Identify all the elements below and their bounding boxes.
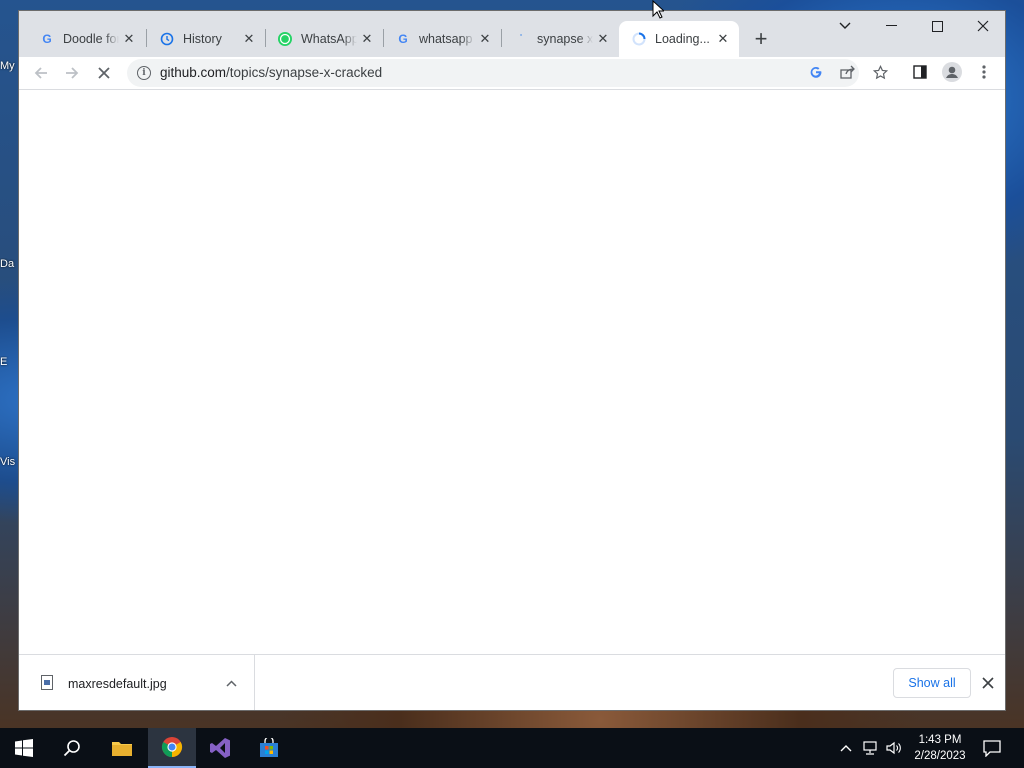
tab-title: whatsapp bbox=[419, 32, 473, 46]
spinner-icon bbox=[631, 31, 647, 47]
tab-search-chevron-icon[interactable] bbox=[822, 11, 868, 41]
show-all-button[interactable]: Show all bbox=[893, 668, 971, 698]
loading-icon: ˙ bbox=[519, 33, 523, 45]
url-text[interactable]: github.com/topics/synapse-x-cracked bbox=[160, 65, 382, 80]
browser-window: G Doodle for ✕ History ✕ WhatsApp ✕ G wh… bbox=[18, 10, 1006, 711]
google-g-icon: G bbox=[42, 32, 52, 46]
close-icon[interactable]: ✕ bbox=[595, 31, 611, 47]
network-icon[interactable] bbox=[860, 738, 880, 758]
desktop-icon-label[interactable]: E bbox=[0, 356, 18, 368]
tab-title: Loading... bbox=[655, 32, 710, 46]
stop-loading-icon[interactable] bbox=[90, 59, 118, 87]
clock-time: 1:43 PM bbox=[918, 734, 962, 746]
system-clock[interactable]: 1:43 PM 2/28/2023 bbox=[905, 732, 975, 764]
download-bar: maxresdefault.jpg Show all bbox=[19, 654, 1005, 710]
microsoft-store-icon[interactable] bbox=[245, 728, 293, 768]
tab-strip: G Doodle for ✕ History ✕ WhatsApp ✕ G wh… bbox=[19, 11, 1005, 57]
address-bar[interactable]: i github.com/topics/synapse-x-cracked bbox=[127, 59, 859, 87]
search-icon[interactable] bbox=[48, 728, 96, 768]
browser-toolbar: i github.com/topics/synapse-x-cracked bbox=[19, 57, 1005, 90]
share-icon[interactable] bbox=[837, 61, 859, 83]
desktop-icon-label[interactable]: My bbox=[0, 60, 18, 72]
close-window-button[interactable] bbox=[960, 11, 1005, 41]
clock-date: 2/28/2023 bbox=[914, 750, 966, 762]
close-icon[interactable]: ✕ bbox=[121, 31, 137, 47]
tab-whatsapp[interactable]: WhatsApp ✕ bbox=[265, 21, 383, 57]
more-menu-icon[interactable] bbox=[973, 61, 995, 83]
maximize-button[interactable] bbox=[914, 11, 960, 41]
tab-title: Doodle for bbox=[63, 32, 119, 46]
desktop-icon-label[interactable]: Da bbox=[0, 258, 18, 270]
download-file-name: maxresdefault.jpg bbox=[68, 677, 167, 691]
history-icon bbox=[159, 31, 175, 47]
tab-title: History bbox=[183, 32, 222, 46]
new-tab-button[interactable]: + bbox=[747, 25, 775, 53]
start-button[interactable] bbox=[0, 728, 48, 768]
whatsapp-icon bbox=[277, 31, 293, 47]
tab-doodle[interactable]: G Doodle for ✕ bbox=[27, 21, 145, 57]
tab-loading-active[interactable]: Loading... ✕ bbox=[619, 21, 739, 57]
close-icon[interactable]: ✕ bbox=[241, 31, 257, 47]
tab-title: WhatsApp bbox=[301, 32, 357, 46]
profile-avatar-icon[interactable] bbox=[941, 61, 963, 83]
download-item[interactable]: maxresdefault.jpg bbox=[19, 655, 255, 710]
show-hidden-icons-chevron-icon[interactable] bbox=[836, 738, 856, 758]
url-host: github.com bbox=[160, 65, 227, 80]
tab-history[interactable]: History ✕ bbox=[147, 21, 265, 57]
desktop-icon-label[interactable]: Vis bbox=[0, 456, 18, 468]
taskbar: 1:43 PM 2/28/2023 bbox=[0, 728, 1024, 768]
back-arrow-icon[interactable] bbox=[27, 59, 55, 87]
url-path: /topics/synapse-x-cracked bbox=[226, 65, 383, 80]
page-content bbox=[19, 91, 1005, 654]
close-download-bar-icon[interactable] bbox=[977, 672, 999, 694]
visual-studio-icon[interactable] bbox=[196, 728, 244, 768]
close-icon[interactable]: ✕ bbox=[359, 31, 375, 47]
close-icon[interactable]: ✕ bbox=[715, 31, 731, 47]
google-lens-icon[interactable] bbox=[805, 61, 827, 83]
chrome-icon[interactable] bbox=[148, 728, 196, 768]
tab-synapse[interactable]: ˙ synapse x ✕ bbox=[501, 21, 619, 57]
mouse-cursor-icon bbox=[652, 0, 664, 19]
tab-title: synapse x bbox=[537, 32, 593, 46]
google-g-icon: G bbox=[398, 32, 408, 46]
volume-icon[interactable] bbox=[884, 738, 904, 758]
file-explorer-icon[interactable] bbox=[98, 728, 146, 768]
bookmark-star-icon[interactable] bbox=[869, 61, 891, 83]
close-icon[interactable]: ✕ bbox=[477, 31, 493, 47]
minimize-button[interactable] bbox=[868, 11, 914, 41]
chevron-up-icon[interactable] bbox=[221, 673, 241, 693]
forward-arrow-icon[interactable] bbox=[58, 59, 86, 87]
site-info-icon[interactable]: i bbox=[137, 66, 151, 80]
image-file-icon bbox=[41, 675, 53, 690]
side-panel-icon[interactable] bbox=[909, 61, 931, 83]
notification-center-icon[interactable] bbox=[982, 738, 1002, 758]
tab-whatsapp-search[interactable]: G whatsapp ✕ bbox=[383, 21, 501, 57]
